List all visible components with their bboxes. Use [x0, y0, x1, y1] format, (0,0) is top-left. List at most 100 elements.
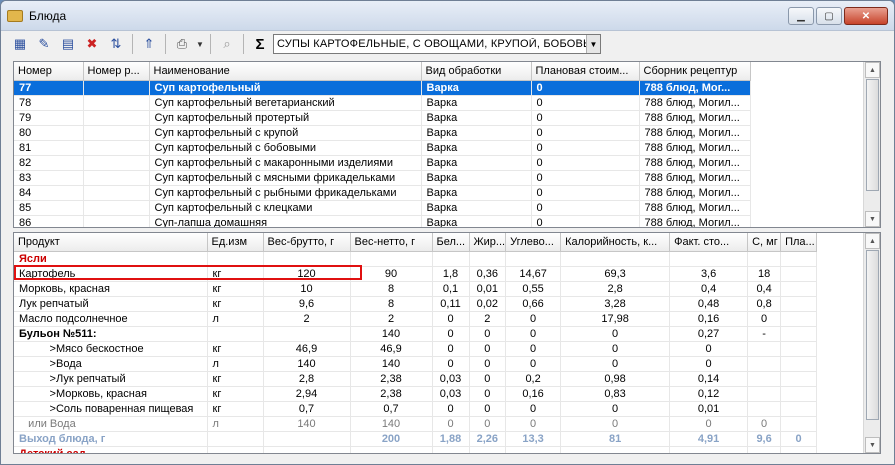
scroll-thumb[interactable]: [866, 250, 879, 420]
column-header[interactable]: Продукт: [14, 233, 208, 252]
column-header[interactable]: Углево...: [505, 233, 562, 252]
column-header[interactable]: Вес-нетто, г: [350, 233, 433, 252]
maximize-button[interactable]: ▢: [816, 7, 842, 25]
table-cell: 0,66: [505, 296, 562, 312]
column-header[interactable]: Наименование: [149, 62, 422, 81]
table-row[interactable]: 78 Суп картофельный вегетарианский Варка 0 7…: [14, 95, 751, 111]
table-cell: 77: [14, 80, 84, 96]
delete-record-icon[interactable]: ✖: [81, 33, 103, 55]
column-header[interactable]: Сборник рецептур: [639, 62, 751, 81]
column-header[interactable]: Плановая стоим...: [531, 62, 640, 81]
table-cell: [350, 446, 433, 453]
table-cell: 0: [432, 326, 470, 342]
column-header[interactable]: Калорийность, к...: [560, 233, 671, 252]
table-cell: [83, 95, 150, 111]
chevron-down-icon[interactable]: ▼: [586, 35, 600, 53]
move-up-icon[interactable]: ⇑: [138, 33, 160, 55]
close-button[interactable]: ✕: [844, 7, 888, 25]
category-select[interactable]: СУПЫ КАРТОФЕЛЬНЫЕ, С ОВОЩАМИ, КРУПОЙ, БО…: [273, 34, 601, 54]
column-header[interactable]: Вид обработки: [421, 62, 532, 81]
sort-icon[interactable]: ⇅: [105, 33, 127, 55]
dishes-grid[interactable]: Номер Номер р... Наименование Вид обработки…: [13, 61, 881, 228]
table-cell: [83, 110, 150, 126]
column-header[interactable]: Номер р...: [83, 62, 150, 81]
table-row[interactable]: Бульон №511: 140 0 0 0 0 0,27-: [14, 326, 818, 342]
column-header[interactable]: Вес-брутто, г: [263, 233, 351, 252]
column-header[interactable]: Жир...: [469, 233, 507, 252]
print-icon[interactable]: ⎙: [171, 33, 193, 55]
copy-record-icon[interactable]: ▤: [57, 33, 79, 55]
table-row[interactable]: 81 Суп картофельный с бобовыми Варка 0 788 б…: [14, 140, 751, 156]
table-row[interactable]: Детский сад: [14, 446, 818, 453]
table-cell: 0: [531, 95, 640, 111]
table-row[interactable]: 77 Суп картофельный Варка 0 788 блюд, Мог...: [14, 80, 751, 96]
table-cell: 0,36: [469, 266, 507, 282]
table-cell: [560, 446, 671, 453]
table-cell: Варка: [421, 215, 532, 227]
minimize-button[interactable]: ▁: [788, 7, 814, 25]
table-cell: 0: [531, 80, 640, 96]
table-cell: 0: [531, 170, 640, 186]
scroll-down-icon[interactable]: ▼: [865, 211, 880, 227]
table-row[interactable]: >Мясо бескостное кг 46,9 46,9 0 0 0 0 0: [14, 341, 818, 357]
table-cell: 140: [263, 416, 351, 432]
print-dropdown-icon[interactable]: ▼: [195, 33, 205, 55]
table-cell: [780, 326, 818, 342]
scroll-down-icon[interactable]: ▼: [865, 437, 880, 453]
table-row[interactable]: Масло подсолнечное л 2 2 0 2 0 17,98 0,16 0: [14, 311, 818, 327]
table-cell: л: [207, 311, 264, 327]
column-header[interactable]: С, мг: [747, 233, 782, 252]
ingredients-grid[interactable]: Продукт Ед.изм Вес-брутто, г Вес-нетто, г Бе…: [13, 232, 881, 454]
dishes-scrollbar[interactable]: ▲ ▼: [863, 62, 880, 227]
table-cell: 0,55: [505, 281, 562, 297]
table-row[interactable]: Морковь, красная кг 10 8 0,1 0,01 0,55 2,8 0,4 0,…: [14, 281, 818, 297]
table-cell: 0,03: [432, 371, 470, 387]
scroll-thumb[interactable]: [866, 79, 879, 191]
edit-record-icon[interactable]: ✎: [33, 33, 55, 55]
table-row[interactable]: или Вода л 140 140 0 0 0 0 0 0: [14, 416, 818, 432]
column-header[interactable]: Факт. сто...: [669, 233, 749, 252]
table-cell: или Вода: [14, 416, 208, 432]
table-cell: [780, 311, 818, 327]
table-cell: 83: [14, 170, 84, 186]
table-row[interactable]: 82 Суп картофельный с макаронными изделия…: [14, 155, 751, 171]
table-row[interactable]: 79 Суп картофельный протертый Варка 0 788 бл…: [14, 110, 751, 126]
table-cell: Суп картофельный с клецками: [149, 200, 422, 216]
table-row[interactable]: Лук репчатый кг 9,6 8 0,11 0,02 0,66 3,28 0,48 0,…: [14, 296, 818, 312]
table-row[interactable]: 86 Суп-лапша домашняя Варка 0 788 блюд, Моги…: [14, 215, 751, 227]
add-record-icon[interactable]: ▦: [9, 33, 31, 55]
table-cell: [83, 140, 150, 156]
table-row[interactable]: >Морковь, красная кг 2,94 2,38 0,03 0 0,16 0,83…: [14, 386, 818, 402]
table-cell: Лук репчатый: [14, 296, 208, 312]
scroll-up-icon[interactable]: ▲: [865, 233, 880, 249]
table-row[interactable]: 85 Суп картофельный с клецками Варка 0 788 б…: [14, 200, 751, 216]
table-cell: кг: [207, 341, 264, 357]
table-cell: [780, 416, 818, 432]
preview-icon[interactable]: ⌕: [216, 33, 238, 55]
column-header[interactable]: Пла...: [780, 233, 818, 252]
table-cell: 0: [531, 140, 640, 156]
table-row[interactable]: >Лук репчатый кг 2,8 2,38 0,03 0 0,2 0,98 0,14: [14, 371, 818, 387]
table-cell: 0: [531, 185, 640, 201]
column-header[interactable]: Номер: [14, 62, 84, 81]
table-row[interactable]: 83 Суп картофельный с мясными фрикаделька…: [14, 170, 751, 186]
column-header[interactable]: Бел...: [432, 233, 470, 252]
table-row[interactable]: 80 Суп картофельный с крупой Варка 0 788 блю…: [14, 125, 751, 141]
table-cell: Выход блюда, г: [14, 431, 208, 447]
table-cell: [207, 446, 264, 453]
scroll-up-icon[interactable]: ▲: [865, 62, 880, 78]
table-cell: 86: [14, 215, 84, 227]
column-header[interactable]: Ед.изм: [207, 233, 264, 252]
table-row[interactable]: Ясли: [14, 251, 818, 267]
table-row[interactable]: Картофель кг 120 90 1,8 0,36 14,67 69,3 3,6 18: [14, 266, 818, 282]
dishes-window: Блюда ▁ ▢ ✕ ▦ ✎ ▤ ✖ ⇅ ⇑ ⎙ ▼ ⌕ Σ СУПЫ КАР…: [0, 0, 895, 465]
table-row[interactable]: >Соль поваренная пищевая кг 0,7 0,7 0 0 0 0 0,01: [14, 401, 818, 417]
table-cell: 0,4: [669, 281, 749, 297]
table-cell: 0: [432, 356, 470, 372]
ingredients-scrollbar[interactable]: ▲ ▼: [863, 233, 880, 453]
table-cell: 2: [469, 311, 507, 327]
sum-icon[interactable]: Σ: [249, 33, 271, 55]
table-row[interactable]: >Вода л 140 140 0 0 0 0 0: [14, 356, 818, 372]
table-row[interactable]: Выход блюда, г 200 1,88 2,26 13,3 81 4,91 9,6 0: [14, 431, 818, 447]
table-row[interactable]: 84 Суп картофельный с рыбными фрикаделька…: [14, 185, 751, 201]
